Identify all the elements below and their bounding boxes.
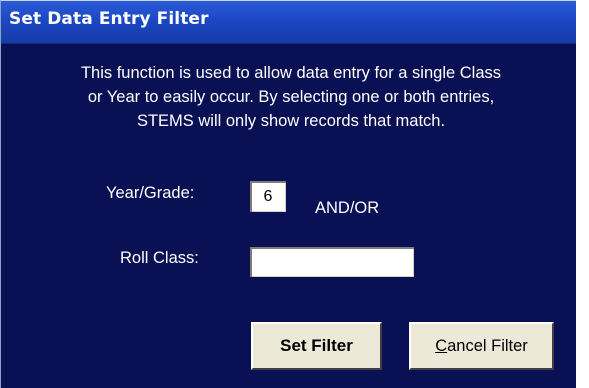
dialog-title: Set Data Entry Filter xyxy=(9,9,209,29)
description-line: This function is used to allow data entr… xyxy=(80,64,502,82)
year-grade-input[interactable] xyxy=(250,181,286,212)
set-filter-label: Set Filter xyxy=(280,336,353,355)
set-filter-button[interactable]: Set Filter xyxy=(251,322,382,370)
description-line: STEMS will only show records that match. xyxy=(136,112,446,130)
title-bar: Set Data Entry Filter xyxy=(1,1,576,44)
description-line: or Year to easily occur. By selecting on… xyxy=(87,88,495,106)
filter-dialog: Set Data Entry Filter This function is u… xyxy=(0,0,576,388)
description-text: This function is used to allow data entr… xyxy=(11,61,571,133)
cancel-filter-label: Cancel Filter xyxy=(435,336,528,355)
and-or-label: AND/OR xyxy=(315,199,380,217)
roll-class-input[interactable] xyxy=(250,247,414,277)
roll-class-label: Roll Class: xyxy=(120,249,199,267)
year-grade-label: Year/Grade: xyxy=(106,184,195,202)
cancel-filter-button[interactable]: Cancel Filter xyxy=(409,322,554,370)
